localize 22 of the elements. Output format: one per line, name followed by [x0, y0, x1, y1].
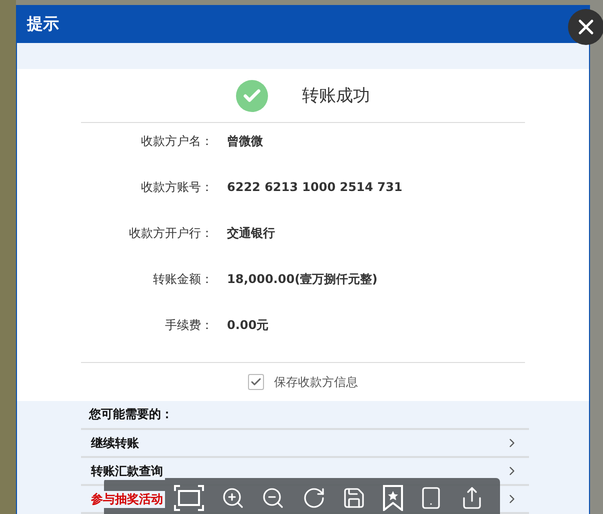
fit-screen-icon[interactable] — [174, 485, 204, 511]
save-payee-checkbox[interactable] — [248, 374, 264, 390]
suggestions-title: 您可能需要的： — [81, 401, 529, 430]
field-label: 收款方开户行： — [128, 224, 214, 242]
dialog-title: 提示 — [27, 14, 59, 35]
zoom-in-icon[interactable] — [220, 486, 245, 510]
field-label: 手续费： — [164, 316, 214, 334]
success-message: 转账成功 — [302, 85, 370, 108]
field-label: 转账金额： — [152, 270, 214, 288]
field-value: 6222 6213 1000 2514 731 — [227, 180, 402, 194]
suggestion-link[interactable]: 继续转账 — [81, 430, 529, 458]
save-payee-label: 保存收款方信息 — [274, 374, 358, 391]
rotate-icon[interactable] — [302, 486, 326, 510]
star-bookmark-icon[interactable] — [382, 485, 403, 511]
field-value: 曾微微 — [227, 132, 263, 150]
field-label: 收款方账号： — [140, 178, 214, 196]
field-label: 收款方户名： — [140, 132, 214, 150]
save-icon[interactable] — [342, 486, 366, 510]
field-value: 18,000.00(壹万捌仟元整) — [227, 270, 378, 288]
zoom-out-icon[interactable] — [261, 486, 286, 510]
field-value: 交通银行 — [227, 224, 275, 242]
field-value: 0.00元 — [227, 316, 269, 334]
